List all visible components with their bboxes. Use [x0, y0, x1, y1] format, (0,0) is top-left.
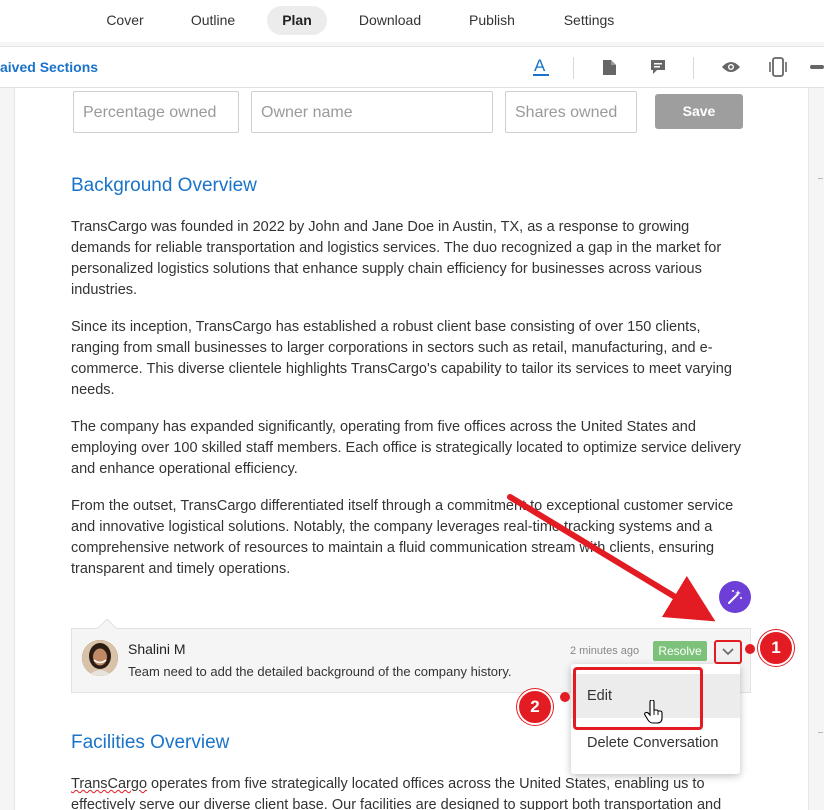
- edit-highlight-box: [573, 667, 703, 730]
- callout-pointer: [745, 644, 755, 654]
- callout-badge: 2: [517, 689, 553, 725]
- callout-pointer: [560, 692, 570, 702]
- hand-cursor-icon: [644, 700, 663, 724]
- callout-badge: 1: [758, 630, 794, 666]
